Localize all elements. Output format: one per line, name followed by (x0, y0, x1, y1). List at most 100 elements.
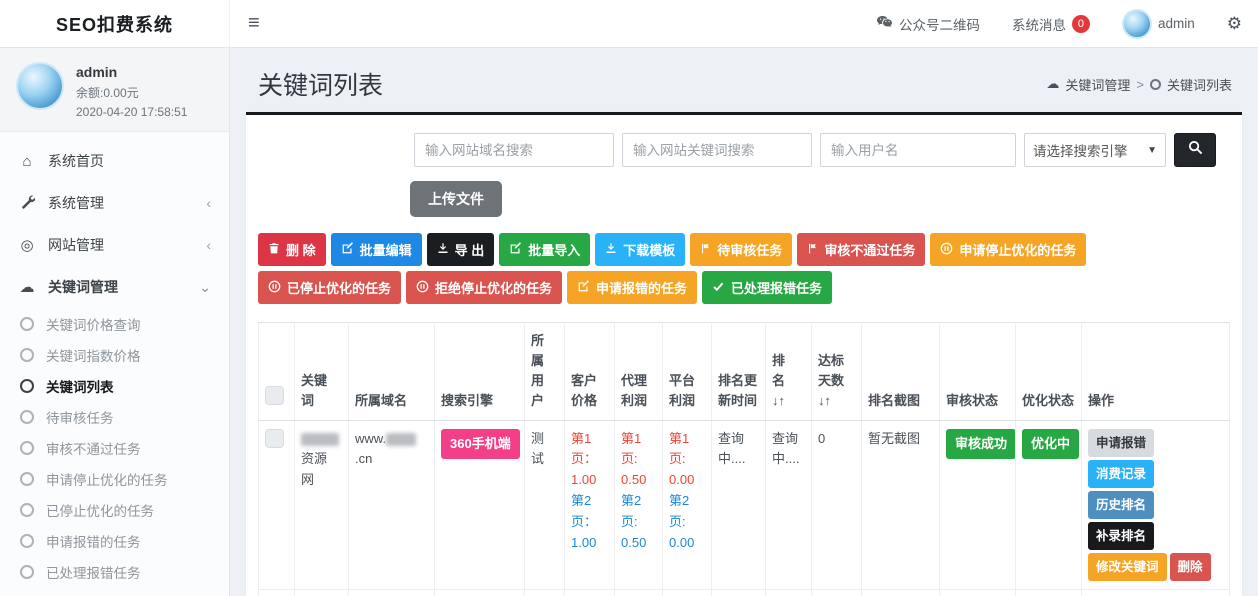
keyword-search-input[interactable] (622, 133, 812, 167)
domain-cell: www..cn (349, 420, 435, 589)
customer-price-cell: 第1 页： 1.00第2 页： 1.00 (565, 420, 615, 589)
audit-failed-tasks-button[interactable]: 审核不通过任务 (797, 233, 925, 266)
breadcrumb-parent[interactable]: 关键词管理 (1065, 75, 1130, 94)
stopped-tasks-button[interactable]: 已停止优化的任务 (258, 271, 401, 304)
keyword-cell: 资源 网 (295, 420, 349, 589)
menu-toggle-icon[interactable]: ≡ (230, 0, 278, 47)
header-domain: 所属域名 (349, 323, 435, 421)
chevron-left-icon: ‹ (206, 195, 211, 211)
edit-icon (341, 242, 354, 258)
circle-icon (20, 410, 34, 424)
messages-button[interactable]: 系统消息 0 (996, 0, 1106, 47)
sidebar-item-keyword-list[interactable]: 关键词列表 (0, 370, 229, 401)
error-handled-tasks-button[interactable]: 已处理报错任务 (702, 271, 832, 304)
download-icon (437, 242, 449, 258)
customer-price-cell: 第1 页： 1.00第2 页： 1.00 (565, 589, 615, 596)
bulk-import-button[interactable]: 批量导入 (499, 233, 590, 266)
sidebar-item-label: 网站管理 (48, 235, 104, 255)
bulk-edit-button[interactable]: 批量编辑 (331, 233, 422, 266)
pending-audit-tasks-button[interactable]: 待审核任务 (690, 233, 792, 266)
header-platform-profit: 平台 利润 (663, 323, 712, 421)
app-logo[interactable]: SEO扣费系统 (0, 0, 230, 47)
domain-search-input[interactable] (414, 133, 614, 167)
engine-badge[interactable]: 360手机端 (441, 429, 520, 460)
audit-status-badge: 审核成功 (946, 429, 1016, 460)
sidebar-item-home[interactable]: ⌂ 系统首页 (0, 140, 229, 182)
flag-icon (700, 242, 711, 258)
submenu-label: 审核不通过任务 (46, 438, 141, 458)
header-rank-update-time: 排名更 新时间 (712, 323, 766, 421)
user-menu[interactable]: admin (1106, 0, 1211, 47)
consumption-record-button[interactable]: 消费记录 (1088, 460, 1154, 488)
sidebar-item-keyword-index-price[interactable]: 关键词指数价格 (0, 339, 229, 370)
header-optimize-status: 优化状态 (1016, 323, 1082, 421)
stop-requested-tasks-button[interactable]: 申请停止优化的任务 (930, 233, 1086, 266)
sidebar-item-error-requested[interactable]: 申请报错的任务 (0, 525, 229, 556)
table-header-row: 关键 词 所属域名 搜索引擎 所 属 用 户 客户 价格 代理 利润 平台 利润… (259, 323, 1230, 421)
select-all-checkbox[interactable] (265, 386, 284, 405)
circle-icon (20, 534, 34, 548)
row-checkbox[interactable] (265, 429, 284, 448)
sidebar-item-pending-audit[interactable]: 待审核任务 (0, 401, 229, 432)
download-icon (605, 242, 617, 258)
error-requested-tasks-button[interactable]: 申请报错的任务 (567, 271, 697, 304)
delete-button[interactable]: 删 除 (258, 233, 326, 266)
settings-button[interactable]: ⚙ (1211, 0, 1258, 47)
agent-profit-cell: 第1 页: 0.50第2 页: 0.50 (615, 589, 663, 596)
rank-update-cell: 查询 中.... (712, 589, 766, 596)
breadcrumb-separator: > (1136, 77, 1144, 92)
circle-icon (1150, 79, 1161, 90)
sidebar-item-label: 系统管理 (48, 193, 104, 213)
sidebar-item-system[interactable]: 系统管理 ‹ (0, 182, 229, 224)
wechat-icon (876, 15, 893, 33)
search-button[interactable] (1174, 133, 1216, 167)
search-icon (1188, 140, 1203, 160)
history-rank-button[interactable]: 历史排名 (1088, 491, 1154, 519)
download-template-button[interactable]: 下载模板 (595, 233, 685, 266)
header-days-sort[interactable]: 达标 天数 ↓↑ (812, 323, 862, 421)
report-error-button[interactable]: 申请报错 (1088, 429, 1154, 457)
edit-icon (509, 242, 522, 258)
rank-update-cell: 查询 中.... (712, 420, 766, 589)
sidebar: admin 余额:0.00元 2020-04-20 17:58:51 ⌂ 系统首… (0, 48, 230, 596)
sidebar-item-keyword-price-query[interactable]: 关键词价格查询 (0, 308, 229, 339)
sidebar-item-stopped[interactable]: 已停止优化的任务 (0, 494, 229, 525)
bulk-actions-toolbar: 删 除 批量编辑 导 出 批量导入 下载模板 待审核任务 审核不通过任务 (258, 233, 1230, 304)
user-cell: 测 试 (525, 589, 565, 596)
circle-icon (20, 379, 34, 393)
table-row: 资源 网 www..cn 360手机端 测 试 第1 页： 1.00第2 页： … (259, 420, 1230, 589)
domain-cell: www..cn (349, 589, 435, 596)
sidebar-item-error-handled[interactable]: 已处理报错任务 (0, 556, 229, 587)
sidebar-item-audit-failed[interactable]: 审核不通过任务 (0, 432, 229, 463)
breadcrumb-current: 关键词列表 (1167, 75, 1232, 94)
avatar (1122, 9, 1152, 39)
platform-profit-cell: 第1 页: 0.00第2 页: 0.00 (663, 589, 712, 596)
sidebar-item-keywords[interactable]: ☁ 关键词管理 ⌄ (0, 266, 229, 308)
header-select-all[interactable] (259, 323, 295, 421)
submenu-label: 申请停止优化的任务 (46, 469, 168, 489)
wrench-icon (18, 194, 36, 213)
table-row: 资源 网 www..cn 搜狗 测 试 第1 页： 1.00第2 页： 1.00… (259, 589, 1230, 596)
gear-icon: ⚙ (1227, 14, 1242, 34)
circle-icon (20, 441, 34, 455)
edit-keyword-button[interactable]: 修改关键词 (1088, 553, 1167, 581)
keyword-cell: 资源 网 (295, 589, 349, 596)
optimize-status-badge: 优化中 (1022, 429, 1079, 460)
circle-dot-icon: ◎ (18, 236, 36, 254)
supplement-rank-button[interactable]: 补录排名 (1088, 522, 1154, 550)
header-rank-sort[interactable]: 排 名 ↓↑ (766, 323, 812, 421)
qrcode-label: 公众号二维码 (899, 14, 980, 34)
sidebar-item-stop-requested[interactable]: 申请停止优化的任务 (0, 463, 229, 494)
redacted-domain (386, 433, 416, 446)
engine-select[interactable]: 请选择搜索引擎 ▼ (1024, 133, 1166, 167)
search-bar: 请选择搜索引擎 ▼ (258, 127, 1230, 167)
sidebar-item-website[interactable]: ◎ 网站管理 ‹ (0, 224, 229, 266)
qrcode-button[interactable]: 公众号二维码 (860, 0, 996, 47)
stop-rejected-tasks-button[interactable]: 拒绝停止优化的任务 (406, 271, 562, 304)
upload-file-button[interactable]: 上传文件 (410, 181, 502, 217)
export-button[interactable]: 导 出 (427, 233, 495, 266)
delete-row-button[interactable]: 删除 (1170, 553, 1211, 581)
username-search-input[interactable] (820, 133, 1016, 167)
topbar: SEO扣费系统 ≡ 公众号二维码 系统消息 0 admin ⚙ (0, 0, 1258, 48)
messages-count-badge: 0 (1072, 15, 1090, 33)
